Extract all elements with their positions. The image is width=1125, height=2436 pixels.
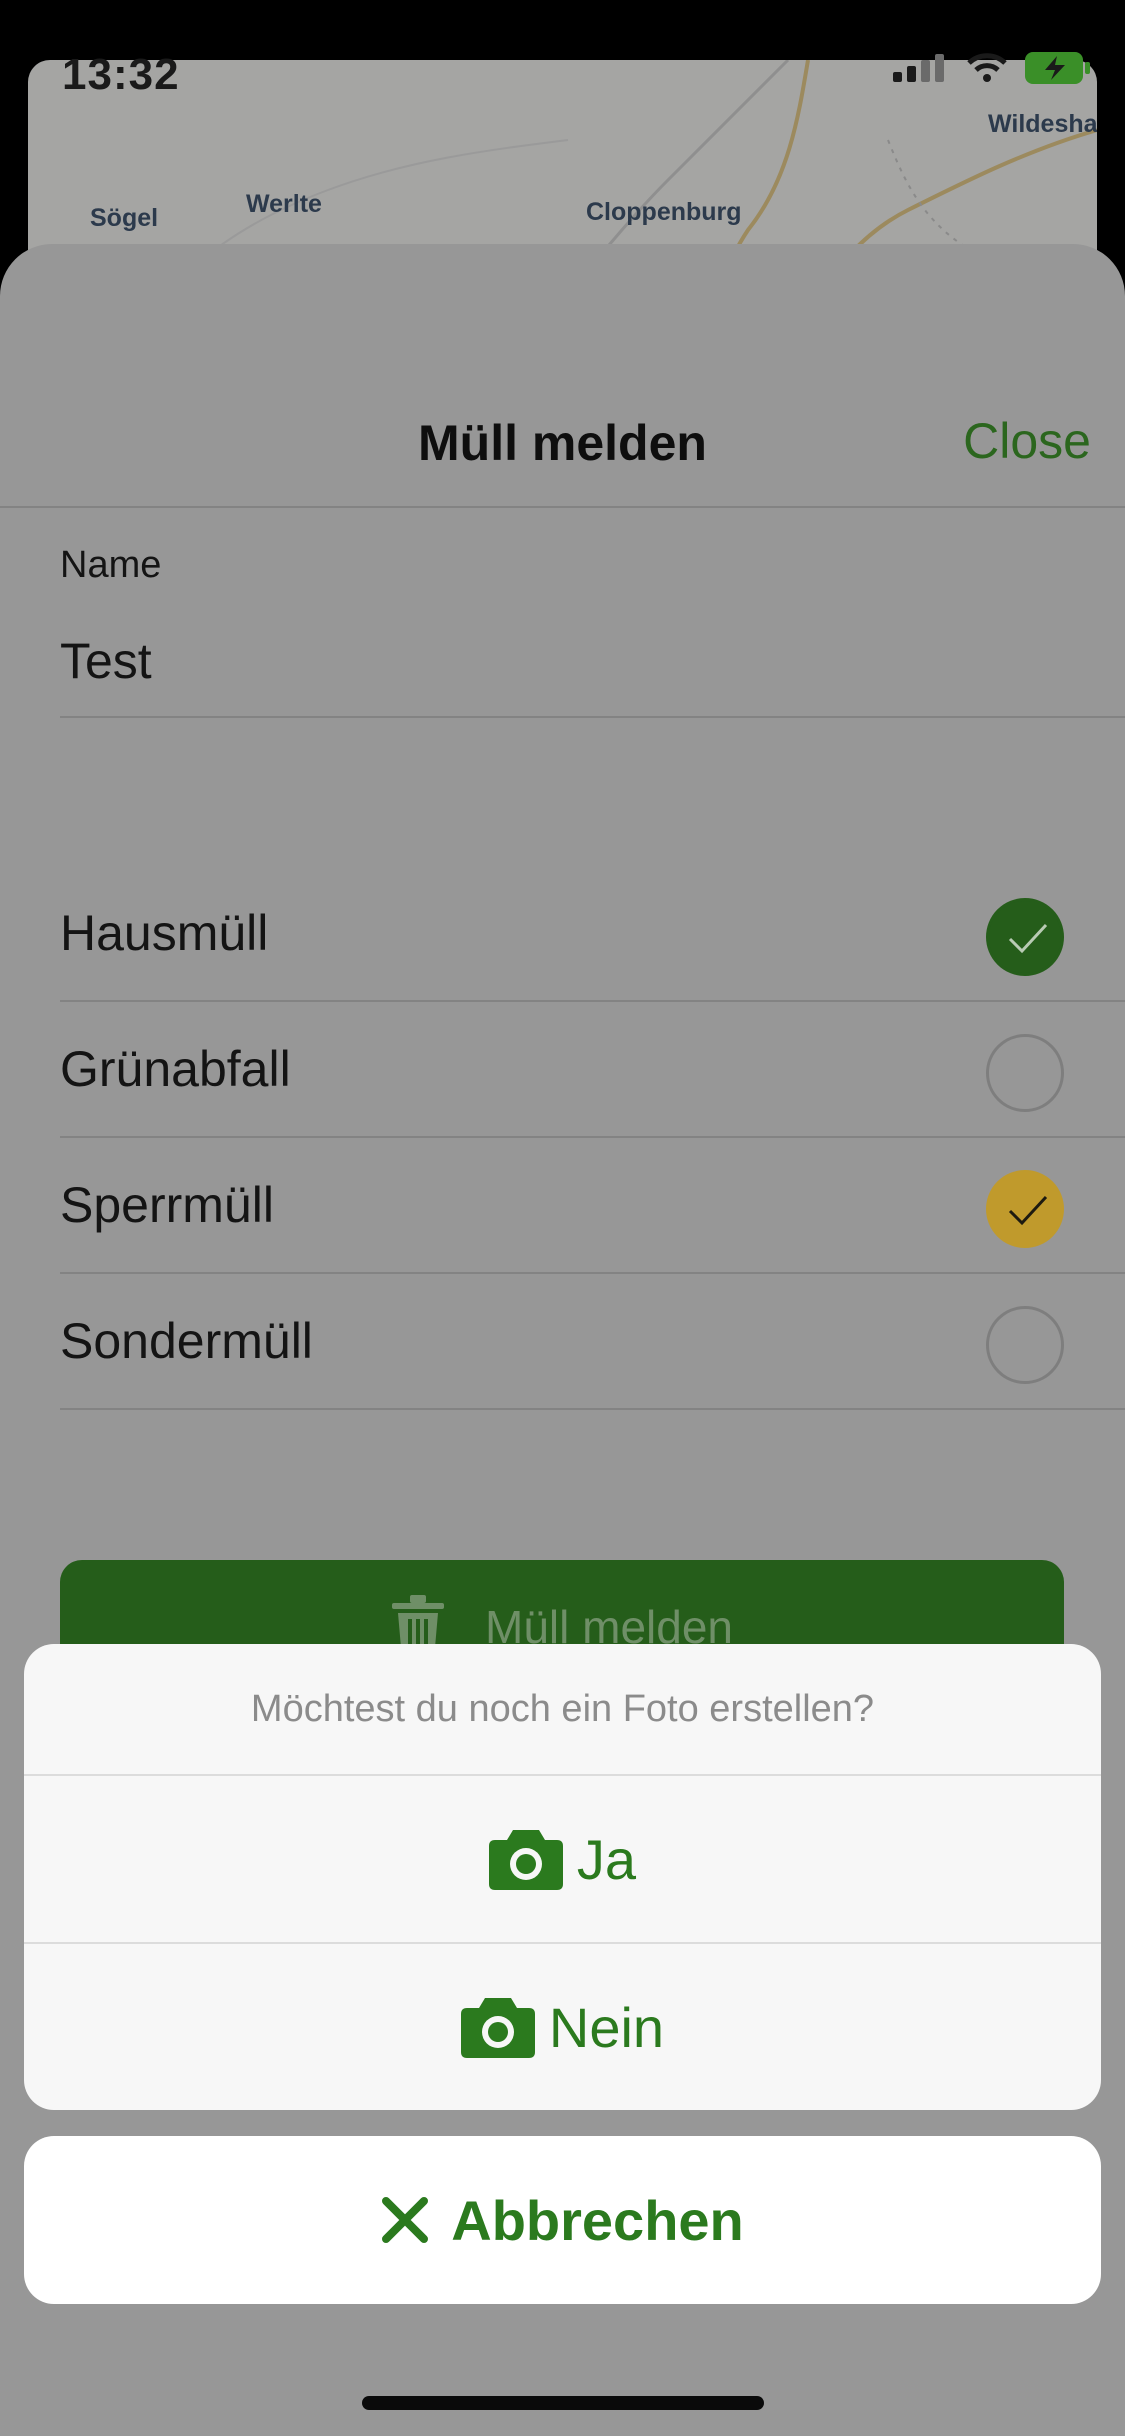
option-sondermuell-checkbox[interactable] — [986, 1306, 1064, 1384]
header-divider — [0, 506, 1125, 508]
cancel-label: Abbrechen — [451, 2188, 744, 2252]
photo-yes-button[interactable]: Ja — [24, 1776, 1101, 1942]
option-gruenabfall-label[interactable]: Grünabfall — [60, 1040, 291, 1098]
checkmark-icon — [1008, 923, 1048, 954]
option-sperrmuell-checkbox[interactable] — [986, 1170, 1064, 1248]
cancel-button[interactable]: Abbrechen — [24, 2136, 1101, 2304]
option-sondermuell-label[interactable]: Sondermüll — [60, 1312, 313, 1370]
sheet-title: Müll melden — [418, 415, 707, 471]
option-divider — [60, 1272, 1125, 1274]
option-divider — [60, 1000, 1125, 1002]
status-icons — [893, 52, 1091, 84]
name-divider — [60, 716, 1125, 718]
close-button[interactable]: Close — [963, 412, 1091, 470]
photo-no-label: Nein — [548, 1995, 665, 2059]
option-sperrmuell-label[interactable]: Sperrmüll — [60, 1176, 274, 1234]
map-label-cloppenburg: Cloppenburg — [586, 198, 742, 226]
photo-no-button[interactable]: Nein — [24, 1944, 1101, 2110]
option-divider — [60, 1408, 1125, 1410]
battery-icon — [1025, 52, 1090, 84]
option-hausmuell-checkbox[interactable] — [986, 898, 1064, 976]
home-indicator[interactable] — [362, 2396, 764, 2410]
photo-yes-label: Ja — [576, 1827, 637, 1891]
close-icon — [382, 2197, 429, 2243]
signal-icon — [893, 54, 944, 82]
name-label: Name — [60, 544, 162, 586]
option-gruenabfall-checkbox[interactable] — [986, 1034, 1064, 1112]
map-label-wildeshausen: Wildesha — [988, 110, 1097, 138]
option-hausmuell-label[interactable]: Hausmüll — [60, 904, 268, 962]
camera-icon — [460, 1998, 535, 2058]
map-label-sogel: Sögel — [90, 204, 159, 232]
map-label-werlte: Werlte — [246, 190, 322, 218]
action-sheet-title: Möchtest du noch ein Foto erstellen? — [250, 1688, 875, 1730]
photo-action-sheet: Möchtest du noch ein Foto erstellen? Ja … — [24, 1644, 1101, 2110]
status-time: 13:32 — [62, 50, 180, 99]
camera-icon — [488, 1830, 563, 1890]
name-field[interactable]: Test — [60, 632, 152, 690]
wifi-icon — [967, 53, 1007, 82]
option-divider — [60, 1136, 1125, 1138]
checkmark-icon — [1008, 1195, 1048, 1226]
